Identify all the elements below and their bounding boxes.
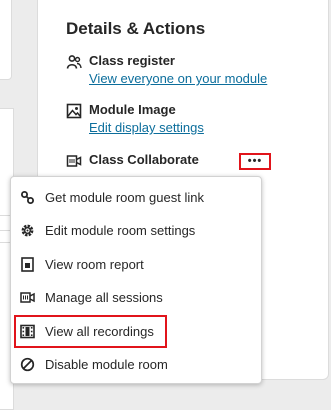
menu-item-manage-sessions[interactable]: Manage all sessions xyxy=(11,281,261,314)
panel-title: Details & Actions xyxy=(66,19,206,38)
menu-item-edit-room-settings[interactable]: Edit module room settings xyxy=(11,214,261,247)
menu-item-view-room-report[interactable]: View room report xyxy=(11,248,261,281)
menu-item-label: Edit module room settings xyxy=(45,223,196,238)
menu-item-label: Manage all sessions xyxy=(45,290,163,305)
menu-item-label: Get module room guest link xyxy=(45,190,204,205)
users-icon xyxy=(66,54,82,70)
menu-item-view-recordings[interactable]: View all recordings xyxy=(11,315,261,348)
menu-item-label: View all recordings xyxy=(45,324,154,339)
sessions-icon xyxy=(20,290,35,305)
film-icon xyxy=(20,324,35,339)
class-collaborate-title: Class Collaborate xyxy=(89,152,199,167)
left-card-edge-top xyxy=(0,0,12,80)
menu-item-disable-room[interactable]: Disable module room xyxy=(11,348,261,381)
module-image-title: Module Image xyxy=(89,102,176,117)
disable-icon xyxy=(20,357,35,372)
settings-gear-icon xyxy=(20,223,35,238)
link-icon xyxy=(20,190,35,205)
menu-item-label: View room report xyxy=(45,257,144,272)
view-everyone-link[interactable]: View everyone on your module xyxy=(89,71,267,86)
edit-display-settings-link[interactable]: Edit display settings xyxy=(89,120,204,135)
more-options-icon: ••• xyxy=(247,155,263,167)
menu-item-get-guest-link[interactable]: Get module room guest link xyxy=(11,181,261,214)
collaborate-options-menu: Get module room guest link Edit module r… xyxy=(10,176,262,384)
image-icon xyxy=(66,103,82,119)
class-register-title: Class register xyxy=(89,53,175,68)
collaborate-icon xyxy=(66,153,82,169)
report-icon xyxy=(20,257,35,272)
menu-item-label: Disable module room xyxy=(45,357,168,372)
more-options-button[interactable]: ••• xyxy=(239,153,271,170)
